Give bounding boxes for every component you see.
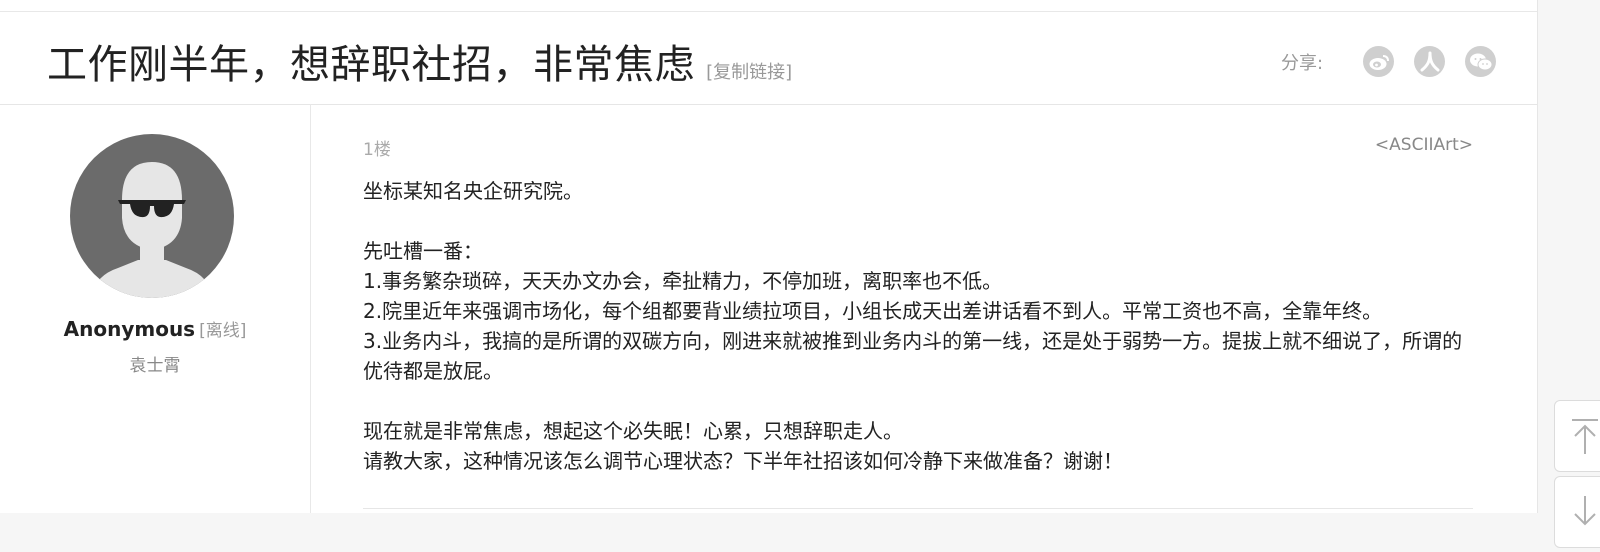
anonymous-user-icon xyxy=(92,162,212,298)
weibo-icon[interactable] xyxy=(1363,46,1395,77)
post-body: 坐标某知名央企研究院。 先吐槽一番： 1.事务繁杂琐碎，天天办文办会，牵扯精力，… xyxy=(363,176,1473,476)
post-line: 请教大家，这种情况该怎么调节心理状态？下半年社招该如何冷静下来做准备？谢谢！ xyxy=(363,449,1123,473)
scroll-down-button[interactable] xyxy=(1554,476,1600,548)
copy-link-button[interactable]: [复制链接] xyxy=(706,62,792,83)
floor-number[interactable]: 1楼 xyxy=(363,135,391,160)
page-surface: 工作刚半年，想辞职社招，非常焦虑 [复制链接] 分享: Anonymous [离… xyxy=(0,0,1538,513)
scroll-down-icon xyxy=(1574,496,1596,526)
author-panel: Anonymous [离线] 袁士霄 xyxy=(0,104,311,513)
wechat-icon[interactable] xyxy=(1465,46,1497,77)
back-to-top-icon xyxy=(1572,419,1598,454)
post-line: 2.院里近年来强调市场化，每个组都要背业绩拉项目，小组长成天出差讲话看不到人。平… xyxy=(363,299,1383,323)
post-line: 1.事务繁杂琐碎，天天办文办会，牵扯精力，不停加班，离职率也不低。 xyxy=(363,269,1003,293)
share-label: 分享: xyxy=(1281,52,1324,74)
title-row: 工作刚半年，想辞职社招，非常焦虑 [复制链接] xyxy=(47,32,792,90)
post-tag: <ASCIIArt> xyxy=(1374,135,1473,155)
share-bar: 分享: xyxy=(1281,46,1497,77)
avatar[interactable] xyxy=(70,134,234,298)
author-nickname: 袁士霄 xyxy=(129,356,181,376)
author-name-row: Anonymous [离线] xyxy=(0,316,310,341)
post-line: 坐标某知名央企研究院。 xyxy=(363,179,583,203)
thread-title: 工作刚半年，想辞职社招，非常焦虑 xyxy=(47,42,695,88)
author-name[interactable]: Anonymous xyxy=(64,317,195,341)
post-line: 3.业务内斗，我搞的是所谓的双碳方向，刚进来就被推到业务内斗的第一线，还是处于弱… xyxy=(363,329,1463,383)
back-to-top-button[interactable] xyxy=(1554,400,1600,472)
thread-header: 工作刚半年，想辞职社招，非常焦虑 [复制链接] 分享: xyxy=(0,12,1537,105)
post-line: 现在就是非常焦虑，想起这个必失眠！心累，只想辞职走人。 xyxy=(363,419,903,443)
post-divider xyxy=(363,508,1473,509)
renren-icon[interactable] xyxy=(1414,46,1446,77)
post-line: 先吐槽一番： xyxy=(363,239,483,263)
side-toolbar xyxy=(1554,400,1600,552)
author-status: [离线] xyxy=(199,321,247,341)
